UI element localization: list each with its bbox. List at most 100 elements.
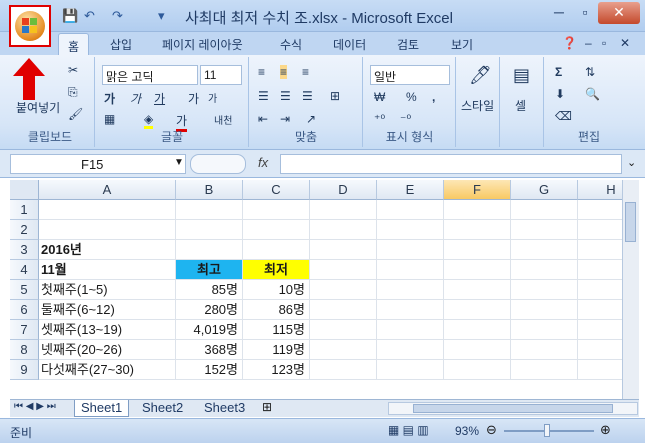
view-mode-icons[interactable]: ▦ ▤ ▥ — [388, 423, 429, 437]
cell-f1[interactable] — [444, 200, 511, 220]
tab-home[interactable]: 홈 — [58, 33, 90, 56]
cell-d5[interactable] — [310, 280, 377, 300]
decrease-indent-icon[interactable]: ⇤ — [258, 112, 268, 126]
column-header-d[interactable]: D — [310, 180, 377, 200]
cell-e3[interactable] — [377, 240, 444, 260]
cell-g3[interactable] — [511, 240, 578, 260]
sheet-tab-1[interactable]: Sheet1 — [74, 400, 130, 417]
percent-button[interactable]: % — [406, 90, 417, 104]
cell-h1[interactable] — [578, 200, 622, 220]
font-name-box[interactable]: 맑은 고딕 — [102, 65, 198, 85]
help-icon[interactable]: ❓ — [562, 36, 577, 50]
align-left-icon[interactable]: ☰ — [258, 89, 269, 103]
tab-view[interactable]: 보기 — [451, 36, 473, 53]
vertical-scroll-thumb[interactable] — [625, 202, 636, 242]
cell-c8[interactable]: 119명 — [243, 340, 310, 360]
cell-f6[interactable] — [444, 300, 511, 320]
orientation-icon[interactable]: ↗ — [306, 112, 316, 126]
name-box-dropdown-icon[interactable]: ▼ — [174, 157, 184, 168]
cell-h7[interactable] — [578, 320, 622, 340]
cell-e9[interactable] — [377, 360, 444, 380]
cell-a2[interactable] — [39, 220, 176, 240]
cell-h3[interactable] — [578, 240, 622, 260]
insert-function-button[interactable]: fx — [258, 155, 268, 170]
cut-icon[interactable]: ✂ — [68, 63, 78, 77]
cell-g4[interactable] — [511, 260, 578, 280]
align-bottom-icon[interactable]: ≡ — [302, 65, 309, 79]
cell-f4[interactable] — [444, 260, 511, 280]
zoom-in-icon[interactable]: ⊕ — [600, 422, 611, 438]
cell-a3[interactable]: 2016년 — [39, 240, 176, 260]
cell-b1[interactable] — [176, 200, 243, 220]
tab-formulas[interactable]: 수식 — [280, 36, 302, 53]
cell-f8[interactable] — [444, 340, 511, 360]
cell-f9[interactable] — [444, 360, 511, 380]
cell-h4[interactable] — [578, 260, 622, 280]
zoom-out-icon[interactable]: ⊖ — [486, 422, 497, 438]
font-size-box[interactable]: 11 — [200, 65, 242, 85]
align-middle-icon[interactable]: ≡ — [280, 65, 288, 79]
column-header-f[interactable]: F — [444, 180, 511, 200]
cell-g9[interactable] — [511, 360, 578, 380]
cell-a4[interactable]: 11월 — [39, 260, 176, 280]
qat-customize-icon[interactable]: ▾ — [158, 8, 165, 24]
cell-b9[interactable]: 152명 — [176, 360, 243, 380]
cell-e2[interactable] — [377, 220, 444, 240]
find-select-icon[interactable]: 🔍 — [585, 87, 600, 101]
autosum-button[interactable]: Σ — [555, 65, 562, 79]
increase-decimal-icon[interactable]: ⁺⁰ — [374, 112, 385, 126]
clear-icon[interactable]: ⌫ — [555, 109, 572, 123]
cell-g2[interactable] — [511, 220, 578, 240]
fill-icon[interactable]: ⬇ — [555, 87, 565, 101]
cell-c9[interactable]: 123명 — [243, 360, 310, 380]
horizontal-scroll-thumb[interactable] — [413, 404, 613, 413]
row-header-1[interactable]: 1 — [10, 200, 39, 220]
row-header-6[interactable]: 6 — [10, 300, 39, 320]
cell-c7[interactable]: 115명 — [243, 320, 310, 340]
cell-f3[interactable] — [444, 240, 511, 260]
cell-a8[interactable]: 넷째주(20~26) — [39, 340, 176, 360]
cell-b2[interactable] — [176, 220, 243, 240]
cell-d2[interactable] — [310, 220, 377, 240]
sheet-tab-2[interactable]: Sheet2 — [136, 400, 189, 417]
cell-g5[interactable] — [511, 280, 578, 300]
format-painter-icon[interactable]: 🖌 — [68, 107, 83, 121]
cell-h2[interactable] — [578, 220, 622, 240]
paste-label[interactable]: 붙여넣기 — [16, 99, 60, 116]
cells-icon[interactable]: ▤ — [513, 65, 530, 86]
merge-center-icon[interactable]: ⊞ — [330, 89, 340, 103]
cell-g7[interactable] — [511, 320, 578, 340]
shrink-font-button[interactable]: 가 — [208, 90, 217, 105]
redo-icon[interactable]: ↷ — [112, 8, 123, 24]
row-header-7[interactable]: 7 — [10, 320, 39, 340]
align-center-icon[interactable]: ☰ — [280, 89, 291, 103]
styles-icon[interactable]: 🖊 — [469, 65, 492, 86]
column-header-h[interactable]: H — [578, 180, 622, 200]
tab-insert[interactable]: 삽입 — [110, 36, 132, 53]
zoom-level[interactable]: 93% — [455, 424, 479, 438]
cell-d1[interactable] — [310, 200, 377, 220]
cell-e5[interactable] — [377, 280, 444, 300]
cell-e1[interactable] — [377, 200, 444, 220]
row-header-8[interactable]: 8 — [10, 340, 39, 360]
phonetic-button[interactable]: 내천 — [214, 112, 232, 127]
cell-f7[interactable] — [444, 320, 511, 340]
column-header-g[interactable]: G — [511, 180, 578, 200]
cell-h8[interactable] — [578, 340, 622, 360]
vertical-scrollbar[interactable] — [622, 180, 639, 399]
cell-d8[interactable] — [310, 340, 377, 360]
ribbon-minimize-icon[interactable]: – — [585, 36, 592, 50]
cell-b3[interactable] — [176, 240, 243, 260]
fill-color-icon[interactable]: ◈ — [144, 112, 154, 129]
cells-button[interactable]: 셀 — [515, 97, 526, 114]
cell-c4[interactable]: 최저 — [243, 260, 310, 280]
cell-d7[interactable] — [310, 320, 377, 340]
cell-f5[interactable] — [444, 280, 511, 300]
cell-b6[interactable]: 280명 — [176, 300, 243, 320]
select-all-corner[interactable] — [10, 180, 39, 200]
cell-b8[interactable]: 368명 — [176, 340, 243, 360]
cell-d6[interactable] — [310, 300, 377, 320]
restore-button[interactable]: ▫ — [572, 2, 598, 24]
cell-g6[interactable] — [511, 300, 578, 320]
cell-c2[interactable] — [243, 220, 310, 240]
